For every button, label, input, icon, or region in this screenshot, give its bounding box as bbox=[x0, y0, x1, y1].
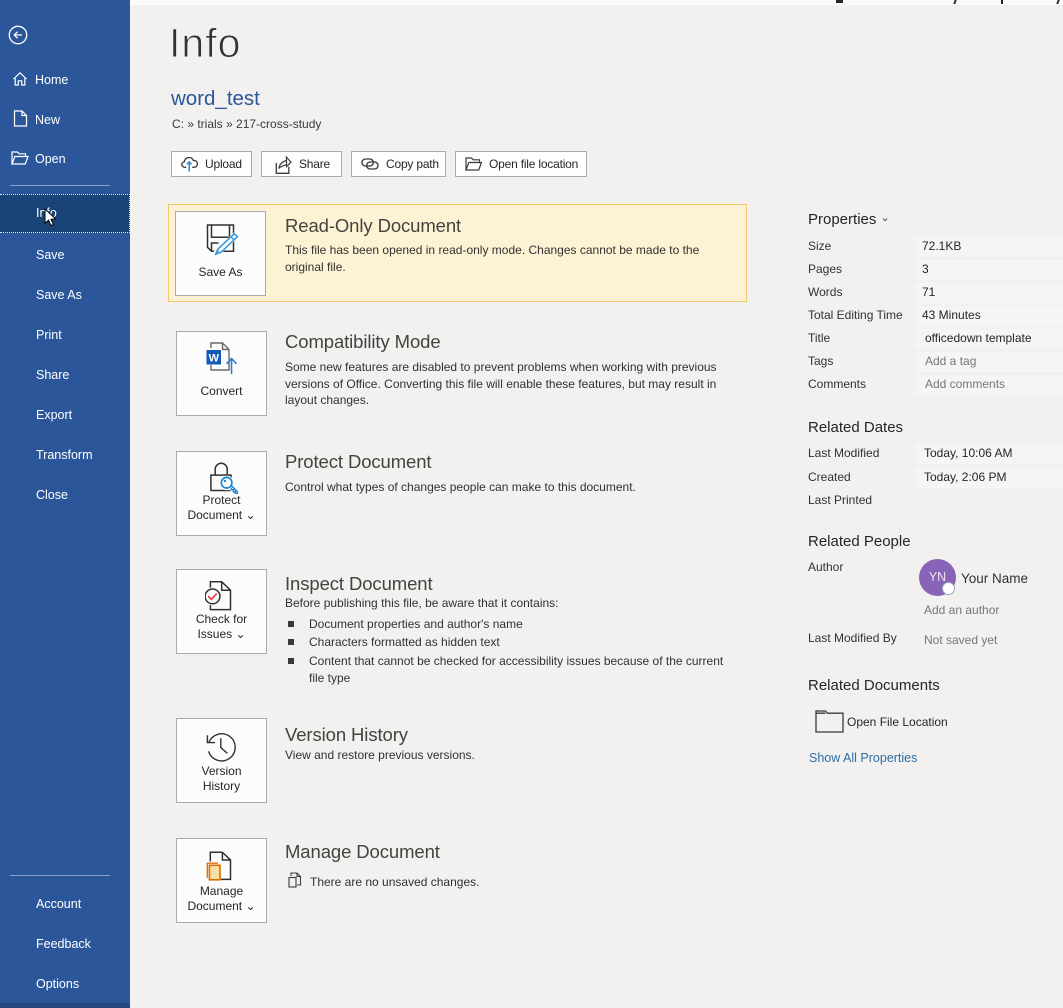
svg-text:W: W bbox=[209, 353, 220, 365]
